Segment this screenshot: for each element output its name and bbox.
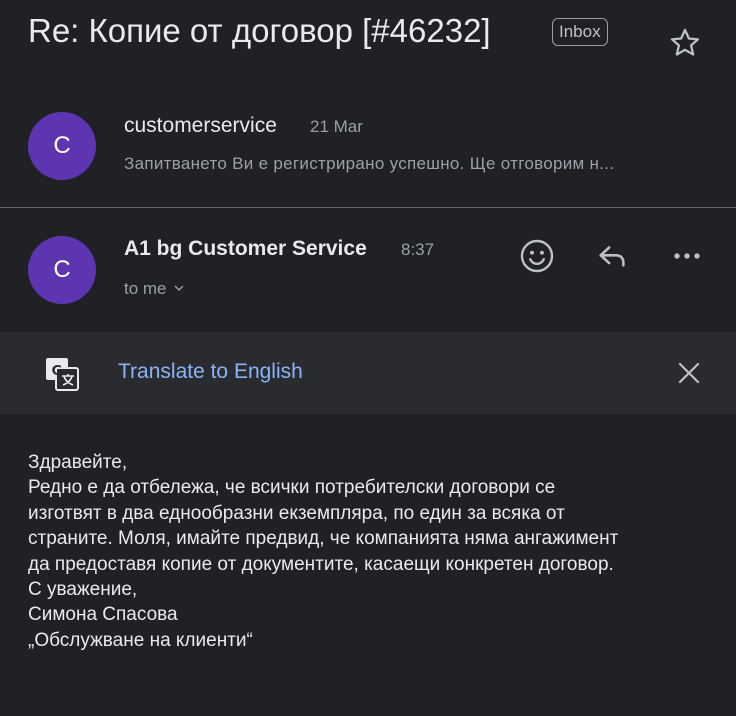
chevron-down-icon [173, 279, 185, 299]
close-icon[interactable] [676, 360, 702, 386]
expanded-message-header: C A1 bg Customer Service 8:37 to me [0, 0, 736, 330]
recipient-details[interactable]: to me [124, 279, 185, 299]
google-translate-icon: G [44, 356, 80, 392]
translate-link[interactable]: Translate to English [118, 360, 303, 384]
svg-text:G: G [52, 364, 63, 379]
avatar: C [28, 236, 96, 304]
body-line: да предоставя копие от документите, каса… [28, 553, 614, 575]
more-icon[interactable] [667, 236, 707, 276]
email-body: Здравейте, Редно е да отбележа, че всичк… [28, 450, 728, 653]
body-line: „Обслужване на клиенти“ [28, 629, 253, 651]
recipient-label: to me [124, 279, 167, 298]
body-line: Симона Спасова [28, 604, 178, 626]
translate-bar: G Translate to English [0, 332, 736, 414]
emoji-icon[interactable] [517, 236, 557, 276]
body-line: С уважение, [28, 579, 138, 601]
message-time: 8:37 [401, 240, 435, 259]
body-line: Здравейте, [28, 452, 128, 473]
body-line: страните. Моля, имайте предвид, че компа… [28, 528, 619, 550]
reply-icon[interactable] [592, 236, 632, 276]
body-line: изготвят в два еднообразни екземпляра, п… [28, 502, 565, 524]
sender-name: A1 bg Customer Service [124, 237, 367, 260]
body-line: Редно е да отбележа, че всички потребите… [28, 477, 556, 499]
